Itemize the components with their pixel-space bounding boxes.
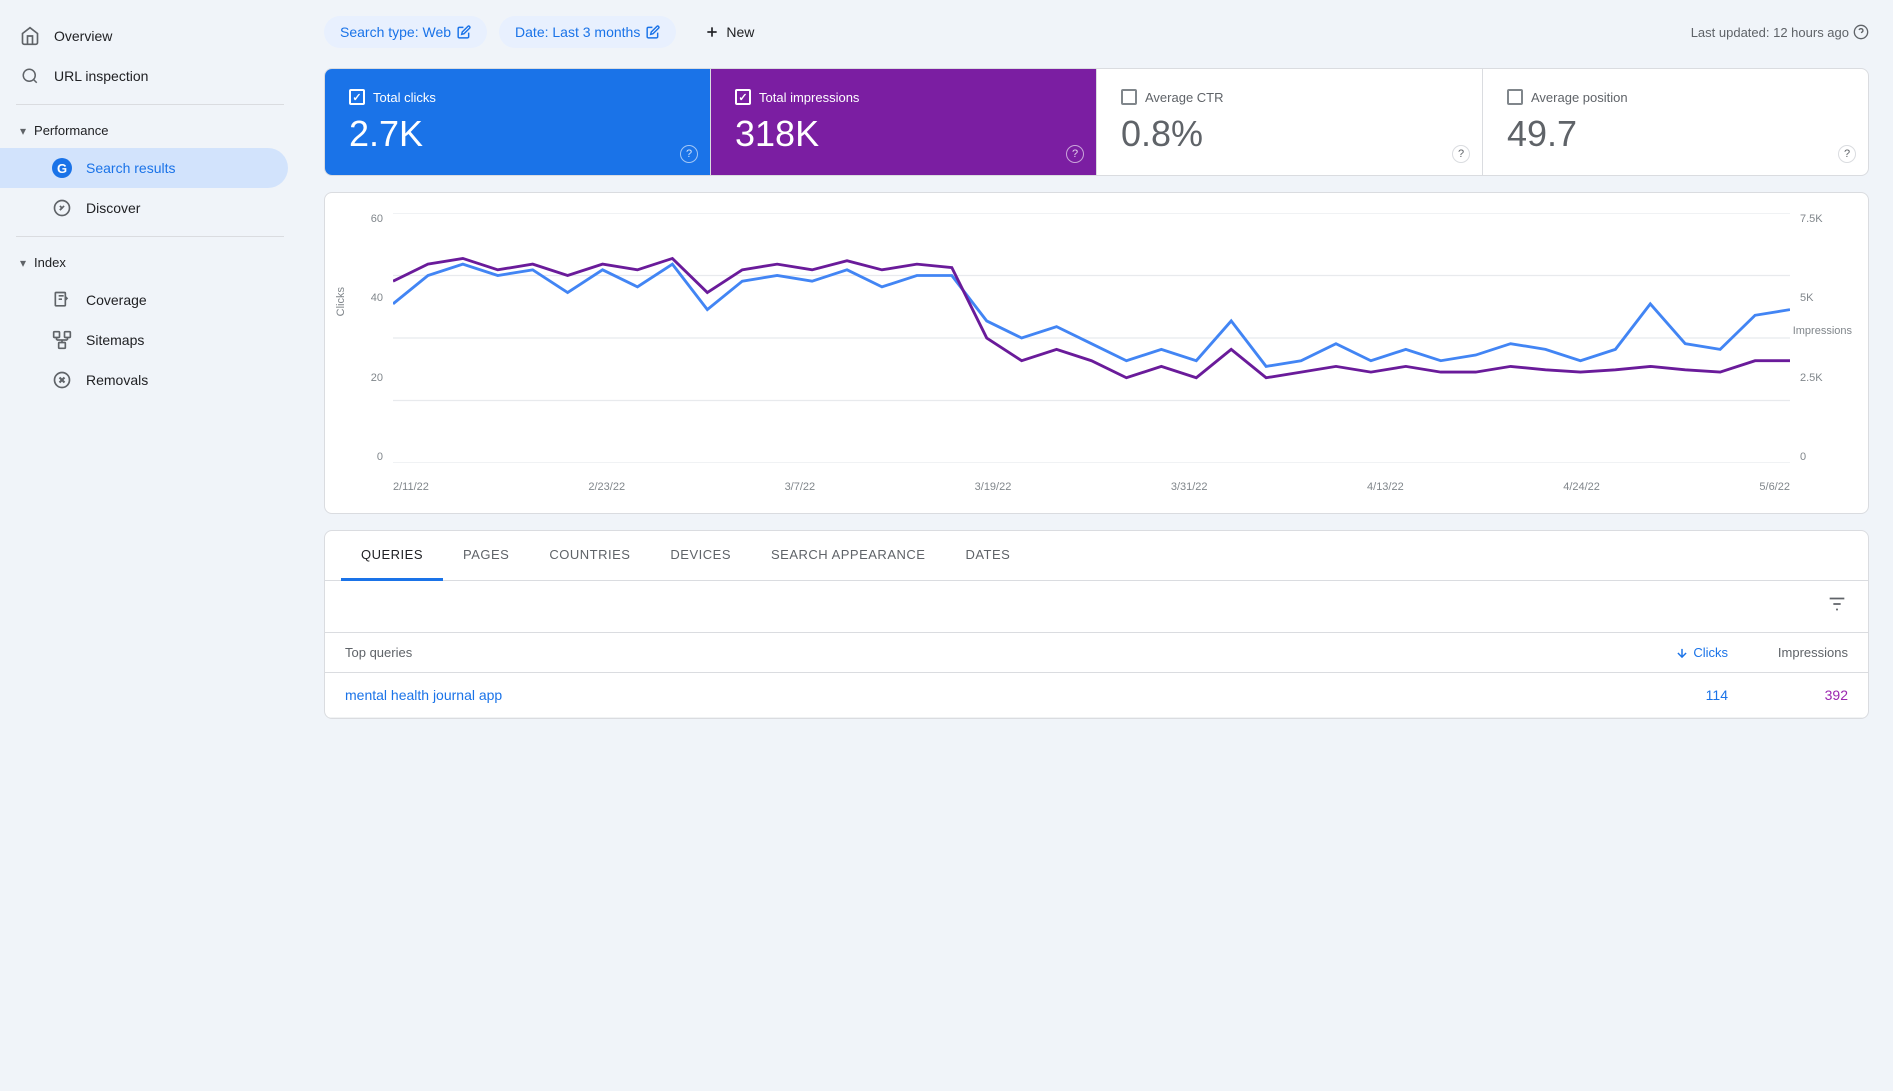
metric-avg-ctr[interactable]: Average CTR 0.8% ? <box>1097 69 1483 175</box>
table-filter-row <box>325 581 1868 633</box>
sidebar-section-index[interactable]: ▾ Index <box>0 245 300 280</box>
chart-x-labels: 2/11/22 2/23/22 3/7/22 3/19/22 3/31/22 4… <box>393 469 1790 493</box>
col-header-query: Top queries <box>345 645 1608 660</box>
last-updated: Last updated: 12 hours ago <box>1691 24 1869 40</box>
sidebar-item-url-inspection-label: URL inspection <box>54 68 148 84</box>
table-header-row: Top queries Clicks Impressions <box>325 633 1868 673</box>
index-section-label: Index <box>34 255 66 270</box>
sidebar-item-overview-label: Overview <box>54 28 112 44</box>
sidebar-item-sitemaps[interactable]: Sitemaps <box>0 320 288 360</box>
metric-total-clicks[interactable]: Total clicks 2.7K ? <box>325 69 711 175</box>
tab-pages[interactable]: PAGES <box>443 531 529 581</box>
table-row[interactable]: mental health journal app 114 392 <box>325 673 1868 718</box>
sidebar-item-coverage[interactable]: Coverage <box>0 280 288 320</box>
sidebar-divider-1 <box>16 104 284 105</box>
avg-ctr-label: Average CTR <box>1121 89 1458 105</box>
total-impressions-label: Total impressions <box>735 89 1072 105</box>
ctr-checkbox[interactable] <box>1121 89 1137 105</box>
y-left-label: Clicks <box>335 287 347 316</box>
chart-svg <box>393 213 1790 463</box>
metrics-row: Total clicks 2.7K ? Total impressions 31… <box>324 68 1869 176</box>
home-icon <box>20 26 40 46</box>
chevron-down-icon: ▾ <box>20 124 26 138</box>
chart-card: Clicks Impressions 60 40 20 0 7.5K 5K 2.… <box>324 192 1869 514</box>
help-icon <box>1853 24 1869 40</box>
total-impressions-value: 318K <box>735 113 1072 155</box>
last-updated-text: Last updated: 12 hours ago <box>1691 25 1849 40</box>
position-help-icon[interactable]: ? <box>1838 145 1856 163</box>
chart-y-axis-left: 60 40 20 0 <box>349 213 389 463</box>
coverage-icon <box>52 290 72 310</box>
tab-queries[interactable]: QUERIES <box>341 531 443 581</box>
performance-section-label: Performance <box>34 123 108 138</box>
tab-devices[interactable]: DEVICES <box>650 531 751 581</box>
avg-position-label: Average position <box>1507 89 1844 105</box>
impressions-checkbox[interactable] <box>735 89 751 105</box>
topbar-left: Search type: Web Date: Last 3 months <box>324 16 770 48</box>
col-header-impressions: Impressions <box>1728 645 1848 660</box>
query-text: mental health journal app <box>345 687 1608 703</box>
clicks-checkbox[interactable] <box>349 89 365 105</box>
sidebar-item-search-results-label: Search results <box>86 160 175 176</box>
tabs-header: QUERIES PAGES COUNTRIES DEVICES SEARCH A… <box>325 531 1868 581</box>
removals-icon <box>52 370 72 390</box>
google-g-icon: G <box>52 158 72 178</box>
sidebar-item-removals-label: Removals <box>86 372 148 388</box>
tab-countries[interactable]: COUNTRIES <box>529 531 650 581</box>
search-icon <box>20 66 40 86</box>
total-clicks-label: Total clicks <box>349 89 686 105</box>
sidebar-item-url-inspection[interactable]: URL inspection <box>0 56 288 96</box>
ctr-help-icon[interactable]: ? <box>1452 145 1470 163</box>
sidebar-item-overview[interactable]: Overview <box>0 16 288 56</box>
tabs-card: QUERIES PAGES COUNTRIES DEVICES SEARCH A… <box>324 530 1869 719</box>
date-filter[interactable]: Date: Last 3 months <box>499 16 676 48</box>
sidebar-item-search-results[interactable]: G Search results <box>0 148 288 188</box>
impressions-value: 392 <box>1728 687 1848 703</box>
tab-search-appearance[interactable]: SEARCH APPEARANCE <box>751 531 945 581</box>
tab-dates[interactable]: DATES <box>945 531 1030 581</box>
clicks-value: 114 <box>1608 687 1728 703</box>
metric-avg-position[interactable]: Average position 49.7 ? <box>1483 69 1868 175</box>
chart-area: Clicks Impressions 60 40 20 0 7.5K 5K 2.… <box>349 213 1844 493</box>
sidebar-item-discover-label: Discover <box>86 200 140 216</box>
metric-total-impressions[interactable]: Total impressions 318K ? <box>711 69 1097 175</box>
plus-icon <box>704 24 720 40</box>
new-button[interactable]: New <box>688 16 770 48</box>
sidebar: Overview URL inspection ▾ Performance G … <box>0 0 300 1091</box>
filter-button[interactable] <box>1826 593 1848 620</box>
position-checkbox[interactable] <box>1507 89 1523 105</box>
sidebar-item-coverage-label: Coverage <box>86 292 147 308</box>
search-type-label: Search type: Web <box>340 24 451 40</box>
sidebar-item-removals[interactable]: Removals <box>0 360 288 400</box>
main-content: Search type: Web Date: Last 3 months <box>300 0 1893 1091</box>
date-filter-label: Date: Last 3 months <box>515 24 640 40</box>
search-type-filter[interactable]: Search type: Web <box>324 16 487 48</box>
discover-icon <box>52 198 72 218</box>
sidebar-item-sitemaps-label: Sitemaps <box>86 332 144 348</box>
topbar: Search type: Web Date: Last 3 months <box>324 16 1869 48</box>
total-clicks-value: 2.7K <box>349 113 686 155</box>
edit-icon-2 <box>646 25 660 39</box>
new-button-label: New <box>726 24 754 40</box>
edit-icon <box>457 25 471 39</box>
col-header-clicks[interactable]: Clicks <box>1608 645 1728 660</box>
sitemaps-icon <box>52 330 72 350</box>
sidebar-section-performance[interactable]: ▾ Performance <box>0 113 300 148</box>
sort-down-icon <box>1675 646 1689 660</box>
avg-ctr-value: 0.8% <box>1121 113 1458 155</box>
impressions-help-icon[interactable]: ? <box>1066 145 1084 163</box>
chevron-down-icon-2: ▾ <box>20 256 26 270</box>
sidebar-divider-2 <box>16 236 284 237</box>
sidebar-item-discover[interactable]: Discover <box>0 188 288 228</box>
chart-y-axis-right: 7.5K 5K 2.5K 0 <box>1794 213 1844 463</box>
avg-position-value: 49.7 <box>1507 113 1844 155</box>
clicks-help-icon[interactable]: ? <box>680 145 698 163</box>
